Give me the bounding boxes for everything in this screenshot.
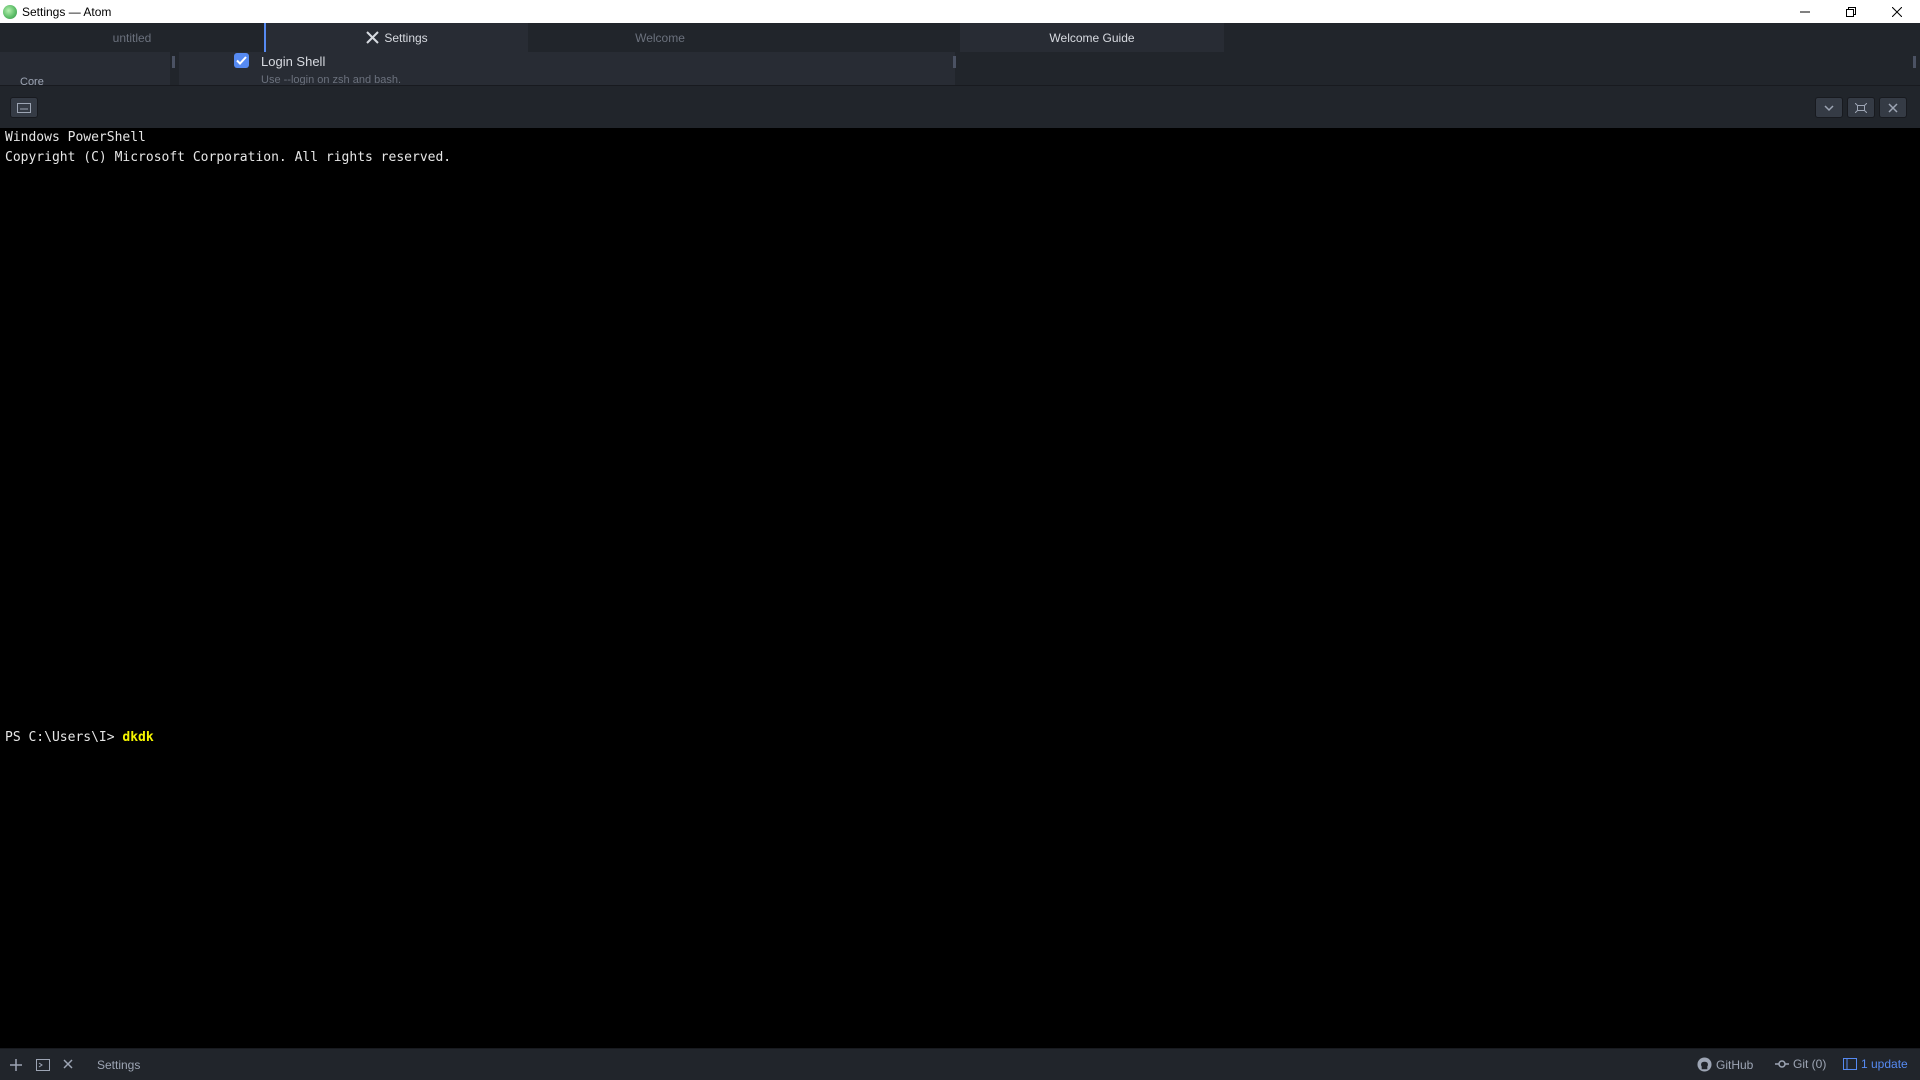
window-controls xyxy=(1782,0,1920,23)
tab-bar: untitled Settings Welcome Welcome Guide xyxy=(0,23,1920,52)
github-button[interactable]: GitHub xyxy=(1697,1057,1753,1072)
tab-label: Settings xyxy=(384,30,428,45)
maximize-icon xyxy=(1855,102,1867,113)
login-shell-checkbox[interactable] xyxy=(234,53,249,68)
guide-scrollbar-handle[interactable] xyxy=(1913,56,1916,68)
terminal-line: Copyright (C) Microsoft Corporation. All… xyxy=(5,150,452,165)
scrollbar-handle[interactable] xyxy=(172,56,175,68)
status-bar: Settings GitHub Git (0) 1 update xyxy=(0,1048,1920,1080)
new-terminal-button[interactable] xyxy=(10,1059,22,1071)
minimize-icon xyxy=(1800,11,1810,12)
update-label: 1 update xyxy=(1861,1057,1908,1071)
terminal-toolbar xyxy=(0,85,1920,128)
tab-label: Welcome Guide xyxy=(1049,30,1135,45)
close-window-button[interactable] xyxy=(1874,0,1920,23)
settings-scrollbar-handle[interactable] xyxy=(953,56,956,68)
close-all-terminals-button[interactable] xyxy=(63,1059,73,1069)
terminal-toggle-button[interactable] xyxy=(10,97,38,118)
terminal-maximize-button[interactable] xyxy=(1847,97,1875,118)
close-icon xyxy=(1888,102,1898,113)
tab-welcome-guide[interactable]: Welcome Guide xyxy=(960,23,1224,52)
terminal-hide-button[interactable] xyxy=(1815,97,1843,118)
minimize-button[interactable] xyxy=(1782,0,1828,23)
window-title: Settings — Atom xyxy=(22,4,112,19)
terminal-icon xyxy=(36,1059,50,1071)
terminal-prompt: PS C:\Users\I> xyxy=(5,730,123,745)
settings-side-nav: Core xyxy=(0,52,170,85)
tab-label: untitled xyxy=(112,30,152,45)
atom-logo-icon xyxy=(3,4,17,19)
git-button[interactable]: Git (0) xyxy=(1775,1057,1826,1071)
checkmark-icon xyxy=(236,56,247,65)
restore-button[interactable] xyxy=(1828,0,1874,23)
chevron-down-icon xyxy=(1824,104,1834,111)
tab-welcome[interactable]: Welcome xyxy=(528,23,792,52)
tab-bar-empty-space xyxy=(792,23,960,52)
tab-untitled[interactable]: untitled xyxy=(0,23,264,52)
terminal-line: Windows PowerShell xyxy=(5,130,146,145)
tab-settings[interactable]: Settings xyxy=(264,23,528,52)
terminal-prompt-line: PS C:\Users\I> dkdk xyxy=(5,730,154,745)
terminal-close-button[interactable] xyxy=(1879,97,1907,118)
terminal-status-button[interactable] xyxy=(36,1059,50,1071)
status-active-tab[interactable]: Settings xyxy=(97,1058,140,1072)
git-commit-icon xyxy=(1775,1060,1789,1068)
tools-icon xyxy=(366,31,380,44)
github-label: GitHub xyxy=(1716,1057,1754,1072)
git-label: Git (0) xyxy=(1793,1057,1827,1071)
window-titlebar: Settings — Atom xyxy=(0,0,1920,23)
terminal-output[interactable]: Windows PowerShell Copyright (C) Microso… xyxy=(0,128,1920,1048)
package-icon xyxy=(1843,1058,1857,1070)
login-shell-title: Login Shell xyxy=(261,54,326,69)
restore-icon xyxy=(1846,6,1856,17)
plus-icon xyxy=(10,1059,22,1071)
close-icon xyxy=(1892,6,1902,17)
tab-label: Welcome xyxy=(635,30,685,45)
update-button[interactable]: 1 update xyxy=(1843,1057,1908,1071)
close-icon xyxy=(63,1059,73,1069)
tab-bar-filler xyxy=(1224,23,1920,52)
terminal-command: dkdk xyxy=(122,730,154,745)
github-icon xyxy=(1697,1057,1712,1072)
settings-nav-item-core[interactable]: Core xyxy=(20,76,44,85)
keyboard-icon xyxy=(17,102,31,113)
